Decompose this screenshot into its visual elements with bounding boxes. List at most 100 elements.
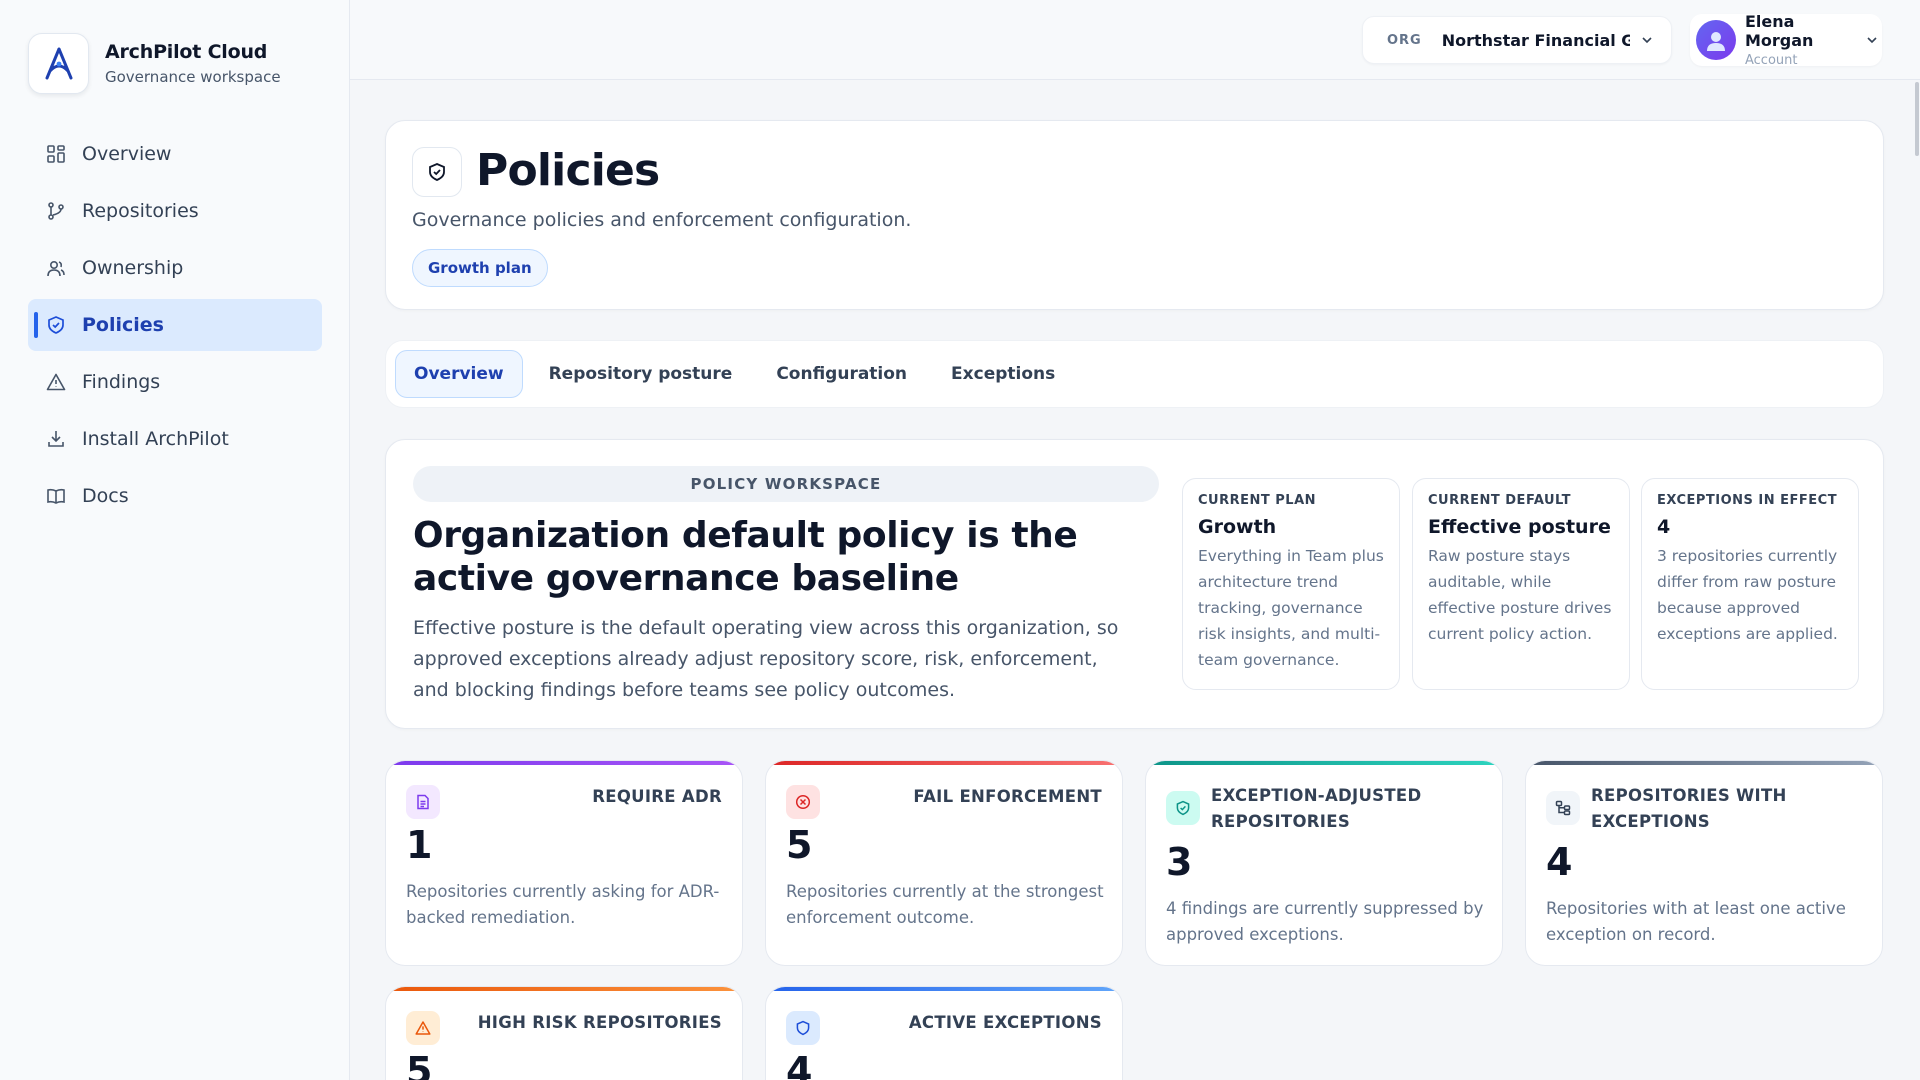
shield-icon	[48, 316, 64, 334]
stat-label: REPOSITORIES WITH EXCEPTIONS	[1591, 786, 1787, 831]
page-header: Policies Governance policies and enforce…	[385, 120, 1884, 310]
current-default-card: CURRENT DEFAULT Effective posture Raw po…	[1412, 478, 1630, 690]
sidebar-item-policies[interactable]: Policies	[28, 299, 322, 351]
card-label: EXCEPTIONS IN EFFECT	[1657, 493, 1838, 508]
sidebar-item-overview[interactable]: Overview	[28, 128, 322, 180]
tree-icon	[1546, 791, 1580, 825]
card-value: Effective posture	[1428, 516, 1611, 538]
org-name: Northstar Financial Gr...	[1441, 30, 1630, 50]
card-description: Everything in Team plus architecture tre…	[1198, 547, 1384, 669]
sidebar-item-docs[interactable]: Docs	[28, 470, 322, 522]
avatar	[1696, 20, 1736, 60]
sidebar-item-label: Docs	[82, 485, 129, 507]
page-subtitle: Governance policies and enforcement conf…	[412, 209, 912, 231]
stat-description: Repositories currently at the strongest …	[786, 882, 1104, 927]
stat-label: EXCEPTION-ADJUSTED REPOSITORIES	[1211, 786, 1422, 831]
warning-icon	[406, 1011, 440, 1045]
sidebar-item-label: Policies	[82, 314, 164, 336]
card-value: Growth	[1198, 516, 1277, 538]
sidebar-item-ownership[interactable]: Ownership	[28, 242, 322, 294]
accent-line	[386, 761, 742, 765]
grid-icon	[47, 145, 65, 163]
shield-icon	[786, 1011, 820, 1045]
card-label: CURRENT DEFAULT	[1428, 493, 1572, 508]
accent-line	[1526, 761, 1882, 765]
stat-label: HIGH RISK REPOSITORIES	[477, 1013, 722, 1032]
sidebar-item-repositories[interactable]: Repositories	[28, 185, 322, 237]
stat-value: 1	[406, 823, 433, 867]
card-description: 3 repositories currently differ from raw…	[1657, 547, 1838, 643]
card-label: CURRENT PLAN	[1198, 493, 1317, 508]
shield-check-icon	[412, 147, 462, 197]
tab-bar: Overview Repository posture Configuratio…	[385, 340, 1884, 408]
stat-label: REQUIRE ADR	[592, 787, 722, 806]
sidebar-item-label: Findings	[82, 371, 161, 393]
sidebar-item-install-archpilot[interactable]: Install ArchPilot	[28, 413, 322, 465]
exceptions-in-effect-card: EXCEPTIONS IN EFFECT 4 3 repositories cu…	[1641, 478, 1859, 690]
active-exceptions-card[interactable]: ACTIVE EXCEPTIONS 4	[765, 986, 1123, 1080]
account-menu[interactable]: Elena Morgan Account	[1690, 12, 1882, 68]
require-adr-card[interactable]: REQUIRE ADR 1 Repositories currently ask…	[385, 760, 743, 966]
brand[interactable]: ArchPilot Cloud Governance workspace	[28, 33, 281, 94]
tab-exceptions[interactable]: Exceptions	[933, 350, 1073, 398]
section-label: POLICY WORKSPACE	[413, 466, 1159, 502]
warning-icon	[46, 373, 66, 391]
branch-icon	[48, 202, 64, 220]
stat-value: 3	[1166, 840, 1193, 884]
plan-badge: Growth plan	[412, 249, 548, 287]
tab-configuration[interactable]: Configuration	[758, 350, 925, 398]
exception-adjusted-card[interactable]: EXCEPTION-ADJUSTED REPOSITORIES 3 4 find…	[1145, 760, 1503, 966]
archpilot-logo-icon	[28, 33, 89, 94]
tab-repository-posture[interactable]: Repository posture	[531, 350, 751, 398]
workspace-description: Effective posture is the default operati…	[413, 617, 1119, 701]
sidebar-nav: Overview Repositories Ownership Policies…	[28, 128, 322, 527]
stat-value: 5	[406, 1049, 433, 1080]
sidebar-item-label: Repositories	[82, 200, 199, 222]
sidebar-item-label: Overview	[82, 143, 172, 165]
tab-overview[interactable]: Overview	[395, 350, 523, 398]
topbar	[350, 0, 1920, 80]
stat-description: Repositories with at least one active ex…	[1546, 899, 1846, 944]
users-icon	[47, 260, 65, 277]
user-icon	[1707, 32, 1725, 51]
shield-check-icon	[1166, 791, 1200, 825]
stat-value: 5	[786, 823, 813, 867]
accent-line	[386, 987, 742, 991]
fail-enforcement-card[interactable]: FAIL ENFORCEMENT 5 Repositories currentl…	[765, 760, 1123, 966]
chevron-down-icon	[1867, 37, 1877, 44]
account-subtitle: Account	[1745, 53, 1798, 68]
download-icon	[48, 431, 64, 447]
sidebar-item-label: Ownership	[82, 257, 184, 279]
book-icon	[47, 488, 65, 504]
brand-subtitle: Governance workspace	[105, 68, 281, 86]
repositories-with-exceptions-card[interactable]: REPOSITORIES WITH EXCEPTIONS 4 Repositor…	[1525, 760, 1883, 966]
workspace-title: Organization default policy is the activ…	[413, 515, 1078, 599]
scrollbar-thumb[interactable]	[1915, 82, 1919, 156]
card-value: 4	[1657, 516, 1671, 538]
sidebar: ArchPilot Cloud Governance workspace Ove…	[0, 0, 350, 1080]
x-circle-icon	[786, 785, 820, 819]
chevron-down-icon	[1642, 37, 1652, 44]
stat-description: 4 findings are currently suppressed by a…	[1166, 899, 1484, 944]
accent-line	[766, 987, 1122, 991]
sidebar-item-label: Install ArchPilot	[82, 428, 229, 450]
brand-name: ArchPilot Cloud	[105, 41, 268, 63]
page-title: Policies	[476, 145, 660, 196]
stat-label: FAIL ENFORCEMENT	[913, 787, 1102, 806]
card-description: Raw posture stays auditable, while effec…	[1428, 547, 1612, 643]
scrollbar-track[interactable]	[1914, 80, 1920, 1080]
org-selector[interactable]: ORG Northstar Financial Gr...	[1362, 16, 1672, 64]
accent-line	[766, 761, 1122, 765]
accent-line	[1146, 761, 1502, 765]
stat-label: ACTIVE EXCEPTIONS	[908, 1013, 1102, 1032]
stat-value: 4	[786, 1049, 813, 1080]
org-tag: ORG	[1387, 32, 1422, 48]
high-risk-repositories-card[interactable]: HIGH RISK REPOSITORIES 5	[385, 986, 743, 1080]
account-name: Elena Morgan	[1745, 12, 1814, 50]
current-plan-card: CURRENT PLAN Growth Everything in Team p…	[1182, 478, 1400, 690]
stat-value: 4	[1546, 840, 1573, 884]
policy-workspace-card: POLICY WORKSPACE Organization default po…	[385, 439, 1884, 729]
document-icon	[406, 785, 440, 819]
stat-description: Repositories currently asking for ADR-ba…	[406, 882, 720, 927]
sidebar-item-findings[interactable]: Findings	[28, 356, 322, 408]
